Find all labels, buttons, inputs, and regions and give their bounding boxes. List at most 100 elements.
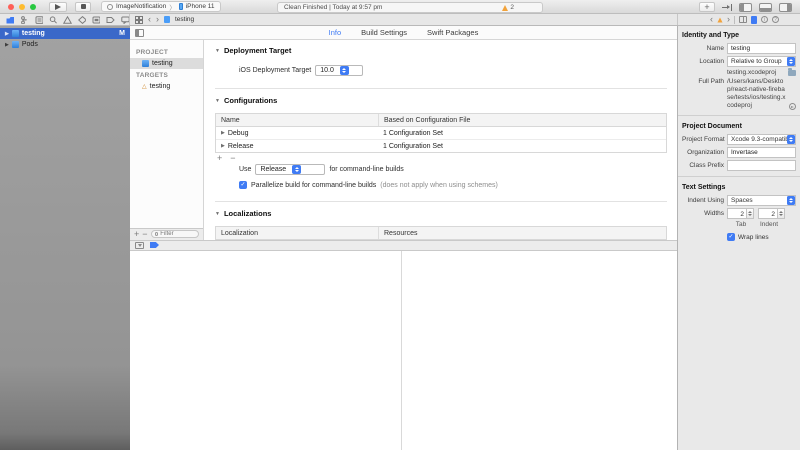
- navigator-item-testing[interactable]: ▶ testing M: [0, 28, 130, 39]
- disclosure-icon[interactable]: ▶: [221, 130, 225, 136]
- name-field[interactable]: testing: [727, 43, 796, 54]
- toggle-navigator-button[interactable]: [739, 3, 752, 12]
- next-issue-icon[interactable]: ›: [727, 15, 730, 24]
- disclosure-icon[interactable]: ▶: [5, 31, 9, 37]
- test-navigator-icon[interactable]: [78, 16, 86, 24]
- left-panel-icon: [740, 4, 744, 11]
- navigator-item-label: testing: [22, 30, 45, 37]
- related-items-icon[interactable]: [135, 16, 143, 24]
- full-path-label: Full Path: [682, 78, 724, 85]
- project-item[interactable]: testing: [130, 58, 203, 69]
- class-prefix-field[interactable]: [727, 160, 796, 171]
- stepper-arrows-icon[interactable]: [747, 208, 754, 219]
- parallelize-checkbox[interactable]: ✓: [239, 181, 247, 189]
- navigator-item-label: Pods: [22, 41, 38, 48]
- back-icon[interactable]: ‹: [148, 15, 151, 24]
- stop-button[interactable]: [75, 2, 91, 12]
- run-button[interactable]: [49, 2, 67, 12]
- class-prefix-label: Class Prefix: [682, 162, 724, 169]
- project-navigator: ▶ testing M ▶ Pods: [0, 26, 130, 450]
- project-navigator-icon[interactable]: [6, 16, 14, 24]
- disclosure-open-icon[interactable]: ▼: [215, 48, 220, 54]
- ios-deployment-target-label: iOS Deployment Target: [239, 67, 311, 74]
- tab-swift-packages[interactable]: Swift Packages: [427, 28, 478, 37]
- scheme-selector[interactable]: ImageNotification 〉 iPhone 11: [101, 1, 221, 12]
- table-row[interactable]: ▶Release 1 Configuration Set: [216, 140, 666, 152]
- command-line-config-popup[interactable]: Release: [255, 164, 325, 175]
- location-popup[interactable]: Relative to Group: [727, 56, 796, 67]
- indent-width-stepper[interactable]: 2: [758, 208, 785, 219]
- breakpoints-toggle-icon[interactable]: [150, 242, 159, 248]
- file-reference: testing.xcodeproj: [727, 69, 796, 76]
- full-path-value: /Users/kans/Desktop/react-native-firebas…: [727, 78, 787, 110]
- stop-icon: [81, 4, 86, 9]
- filter-field[interactable]: [151, 230, 199, 238]
- filter-input[interactable]: [160, 231, 195, 237]
- history-inspector-icon[interactable]: i: [761, 16, 768, 23]
- disclosure-icon[interactable]: ▶: [5, 42, 9, 48]
- ios-deployment-target-popup[interactable]: 10.0: [315, 65, 363, 76]
- issue-navigator-icon[interactable]: [63, 16, 71, 24]
- popup-arrows-icon: [787, 196, 795, 205]
- indent-using-popup[interactable]: Spaces: [727, 195, 796, 206]
- stepper-arrows-icon[interactable]: [778, 208, 785, 219]
- issue-warning-icon[interactable]: [717, 17, 722, 22]
- tab-info[interactable]: Info: [329, 28, 342, 37]
- reveal-arrow-icon[interactable]: [789, 103, 796, 110]
- toggle-debug-area-button[interactable]: [759, 3, 772, 12]
- symbol-navigator-icon[interactable]: [35, 16, 43, 24]
- zoom-window-button[interactable]: [30, 4, 36, 10]
- jump-bar: ‹ › testing: [130, 14, 677, 25]
- target-icon: △: [142, 84, 147, 90]
- divider: [734, 16, 735, 24]
- play-icon: [55, 4, 61, 10]
- forward-icon[interactable]: ›: [156, 15, 159, 24]
- table-header: Name Based on Configuration File: [216, 114, 666, 127]
- source-control-badge: M: [119, 30, 125, 37]
- wrap-lines-label: Wrap lines: [738, 234, 769, 241]
- debug-bar: [130, 240, 677, 251]
- section-localizations[interactable]: ▼ Localizations: [215, 209, 667, 218]
- folder-icon[interactable]: [788, 70, 796, 76]
- previous-issue-icon[interactable]: ‹: [710, 15, 713, 24]
- hide-debug-area-icon[interactable]: [135, 242, 144, 249]
- divider: [678, 115, 800, 116]
- find-navigator-icon[interactable]: [49, 16, 57, 24]
- navigator-item-pods[interactable]: ▶ Pods: [0, 39, 130, 50]
- minimize-window-button[interactable]: [19, 4, 25, 10]
- source-control-icon[interactable]: [20, 16, 28, 24]
- navigator-tab-strip: [0, 14, 130, 25]
- section-configurations[interactable]: ▼ Configurations: [215, 96, 667, 105]
- tab-build-settings[interactable]: Build Settings: [361, 28, 407, 37]
- editor-layout-button[interactable]: [722, 4, 732, 11]
- popup-arrows-icon: [787, 135, 795, 144]
- console-output[interactable]: [402, 251, 677, 450]
- debug-navigator-icon[interactable]: [92, 16, 100, 24]
- popup-arrows-icon: [340, 66, 349, 75]
- organization-field[interactable]: Invertase: [727, 147, 796, 158]
- jump-bar-file[interactable]: testing: [175, 16, 194, 23]
- indent-caption: Indent: [755, 221, 783, 228]
- target-item[interactable]: △ testing: [130, 81, 203, 92]
- quick-help-inspector-icon[interactable]: ?: [772, 16, 779, 23]
- close-window-button[interactable]: [8, 4, 14, 10]
- editor-area: Info Build Settings Swift Packages PROJE…: [130, 26, 677, 450]
- project-format-popup[interactable]: Xcode 9.3-compatible: [727, 134, 796, 145]
- editor-options-icon[interactable]: [739, 16, 747, 23]
- table-row[interactable]: ▶Debug 1 Configuration Set: [216, 127, 666, 140]
- file-inspector-icon[interactable]: [751, 16, 757, 24]
- warning-counter[interactable]: 2: [502, 4, 514, 11]
- wrap-lines-checkbox[interactable]: ✓: [727, 233, 735, 241]
- variables-view[interactable]: [130, 251, 402, 450]
- divider: [215, 88, 667, 89]
- library-button[interactable]: +: [699, 2, 715, 12]
- warning-count: 2: [510, 4, 514, 11]
- bottom-panel-icon: [760, 8, 771, 11]
- tab-width-stepper[interactable]: 2: [727, 208, 754, 219]
- toggle-inspector-button[interactable]: [779, 3, 792, 12]
- parallelize-note: (does not apply when using schemes): [380, 182, 498, 189]
- section-deployment-target[interactable]: ▼ Deployment Target: [215, 46, 667, 55]
- report-navigator-icon[interactable]: [121, 16, 129, 24]
- table-header: Localization Resources: [216, 227, 666, 240]
- breakpoint-navigator-icon[interactable]: [106, 16, 114, 24]
